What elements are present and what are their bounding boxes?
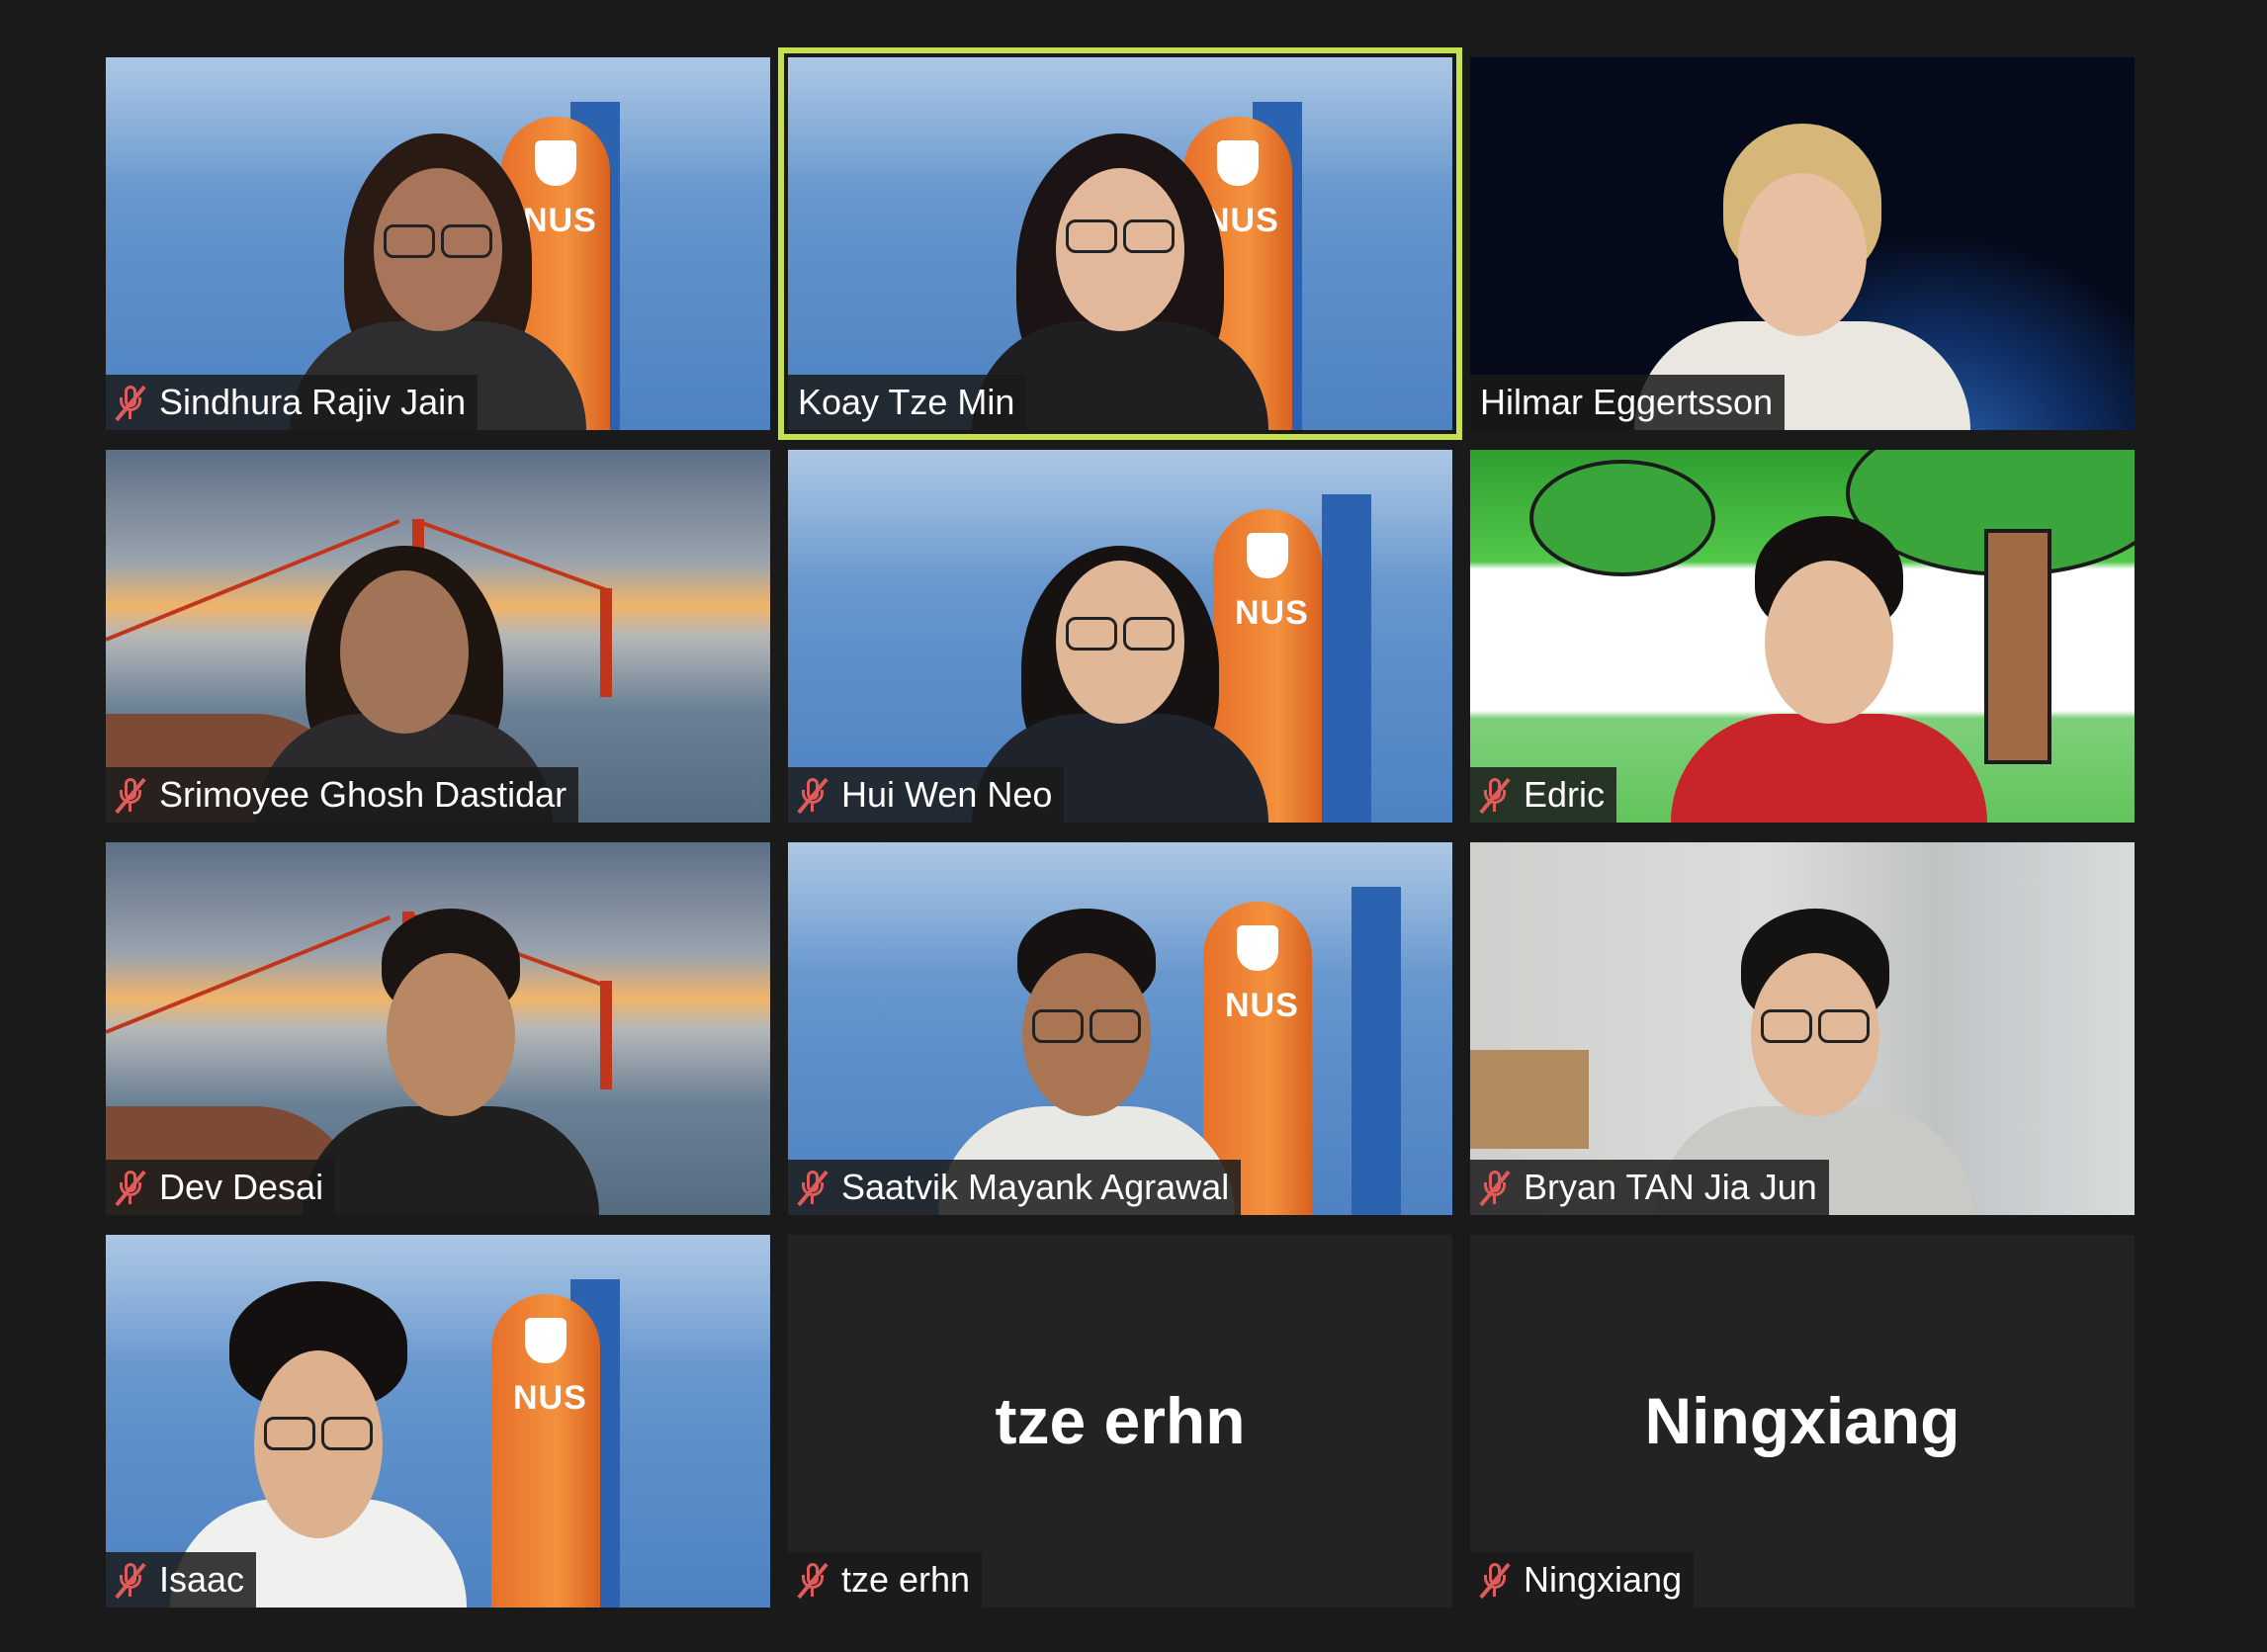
cardboard-box [1470,1050,1589,1149]
name-tag: Hilmar Eggertsson [1470,375,1786,430]
crest-icon [525,1318,567,1363]
mic-muted-icon [797,1561,828,1600]
participant-video [303,899,600,1215]
name-tag: Ningxiang [1470,1552,1695,1608]
participant-tile[interactable]: NUS Saatvik Mayank Agrawal [788,842,1452,1215]
name-tag: Saatvik Mayank Agrawal [788,1160,1242,1215]
participant-tile[interactable]: NUS Isaac [106,1235,770,1608]
participant-name: Hui Wen Neo [841,774,1053,815]
mic-muted-icon [115,1169,146,1207]
participant-name: Bryan TAN Jia Jun [1524,1167,1817,1207]
nus-sign-text: NUS [513,1379,587,1417]
participant-tile-video-off[interactable]: tze erhn tze erhn [788,1235,1452,1608]
mic-muted-icon [1479,1169,1511,1207]
name-tag: Hui Wen Neo [788,767,1065,823]
participant-tile[interactable]: Hilmar Eggertsson [1470,57,2135,430]
name-tag: Edric [1470,767,1617,823]
name-tag: tze erhn [788,1552,983,1608]
participant-tile[interactable]: Dev Desai [106,842,770,1215]
mic-muted-icon [115,1561,146,1600]
name-tag: Koay Tze Min [788,375,1027,430]
name-tag: Bryan TAN Jia Jun [1470,1160,1829,1215]
participant-tile-video-off[interactable]: Ningxiang Ningxiang [1470,1235,2135,1608]
nus-sign-panel [1322,494,1371,823]
participant-tile[interactable]: Bryan TAN Jia Jun [1470,842,2135,1215]
participant-display-name: Ningxiang [1644,1384,1961,1457]
participant-name: tze erhn [841,1559,971,1600]
participant-name: Ningxiang [1524,1559,1683,1600]
participant-name: Hilmar Eggertsson [1480,382,1774,422]
participant-display-name: tze erhn [995,1384,1246,1457]
participant-name: Sindhura Rajiv Jain [159,382,467,422]
participant-name: Koay Tze Min [798,382,1015,422]
participant-name: Saatvik Mayank Agrawal [841,1167,1230,1207]
mic-muted-icon [1479,776,1511,815]
participant-name: Edric [1524,774,1606,815]
mic-muted-icon [115,384,146,422]
participant-tile[interactable]: Srimoyee Ghosh Dastidar [106,450,770,823]
participant-video [1670,506,1987,823]
name-tag: Dev Desai [106,1160,336,1215]
nus-sign-text: NUS [1225,987,1299,1024]
mic-muted-icon [797,1169,828,1207]
mic-muted-icon [115,776,146,815]
gallery-view: NUS Sindhura Rajiv Jain NUS Koay Tze Min… [106,47,2135,1608]
participant-tile[interactable]: Edric [1470,450,2135,823]
mic-muted-icon [1479,1561,1511,1600]
participant-tile[interactable]: NUS Hui Wen Neo [788,450,1452,823]
participant-name: Isaac [159,1559,245,1600]
name-tag: Sindhura Rajiv Jain [106,375,479,430]
crest-icon [1237,925,1278,971]
nus-sign-pillar: NUS [491,1294,600,1608]
participant-tile-active-speaker[interactable]: NUS Koay Tze Min [778,47,1462,440]
name-tag: Srimoyee Ghosh Dastidar [106,767,579,823]
name-tag: Isaac [106,1552,257,1608]
nus-sign-panel [1351,887,1401,1215]
participant-name: Dev Desai [159,1167,324,1207]
participant-name: Srimoyee Ghosh Dastidar [159,774,567,815]
participant-tile[interactable]: NUS Sindhura Rajiv Jain [106,57,770,430]
mic-muted-icon [797,776,828,815]
